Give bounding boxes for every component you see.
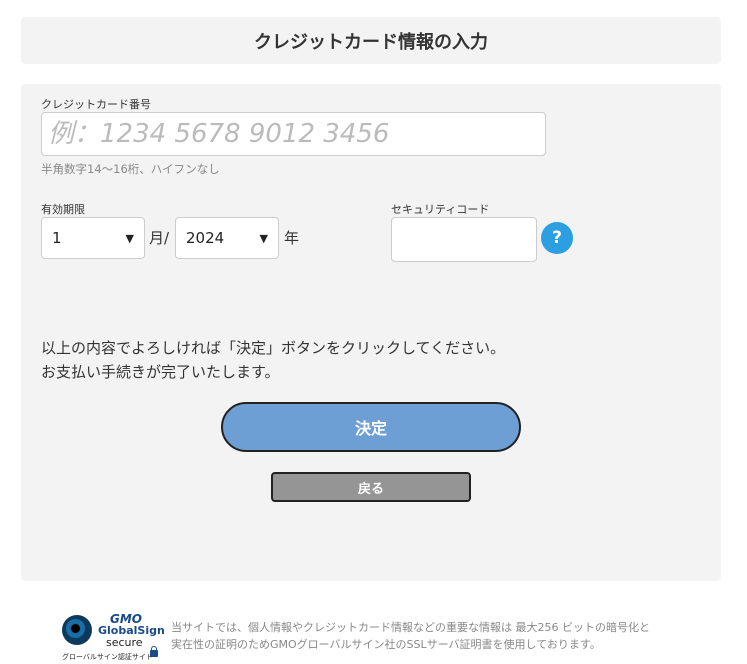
- expiry-year-select[interactable]: 2024 ▼: [175, 217, 279, 259]
- page-header: クレジットカード情報の入力: [21, 17, 721, 64]
- back-button[interactable]: 戻る: [271, 472, 471, 502]
- expiry-month-value: 1: [52, 229, 62, 247]
- seal-caption: グローバルサイン認証サイト: [62, 653, 153, 661]
- ssl-notice-line1: 当サイトでは、個人情報やクレジットカード情報などの重要な情報は 最大256 ビッ…: [171, 621, 650, 634]
- chevron-down-icon: ▼: [259, 231, 268, 245]
- expiry-label: 有効期限: [41, 203, 85, 216]
- confirm-message-line1: 以上の内容でよろしければ「決定」ボタンをクリックしてください。: [41, 339, 506, 357]
- globalsign-eye-icon: [62, 615, 92, 645]
- card-number-label: クレジットカード番号: [41, 98, 151, 111]
- card-number-input[interactable]: [41, 112, 546, 156]
- year-unit: 年: [284, 229, 300, 247]
- security-code-input[interactable]: [391, 217, 537, 262]
- chevron-down-icon: ▼: [125, 231, 134, 245]
- expiry-year-value: 2024: [186, 229, 225, 247]
- lock-icon: [150, 646, 158, 657]
- month-unit: 月/: [149, 229, 170, 247]
- payment-form: クレジットカード番号 半角数字14〜16桁、ハイフンなし 有効期限 1 ▼ 月/…: [21, 84, 721, 581]
- seal-secure: secure: [106, 636, 143, 649]
- submit-button[interactable]: 決定: [221, 402, 521, 452]
- globalsign-seal[interactable]: GMO GlobalSign secure グローバルサイン認証サイト: [62, 612, 165, 662]
- security-code-label: セキュリティコード: [391, 203, 490, 216]
- expiry-month-select[interactable]: 1 ▼: [41, 217, 145, 259]
- ssl-notice-line2: 実在性の証明のためGMOグローバルサイン社のSSLサーバ証明書を使用しております…: [171, 638, 601, 651]
- card-number-hint: 半角数字14〜16桁、ハイフンなし: [41, 162, 220, 176]
- page-title: クレジットカード情報の入力: [254, 31, 488, 53]
- help-icon[interactable]: ?: [541, 222, 573, 254]
- confirm-message-line2: お支払い手続きが完了いたします。: [41, 363, 280, 381]
